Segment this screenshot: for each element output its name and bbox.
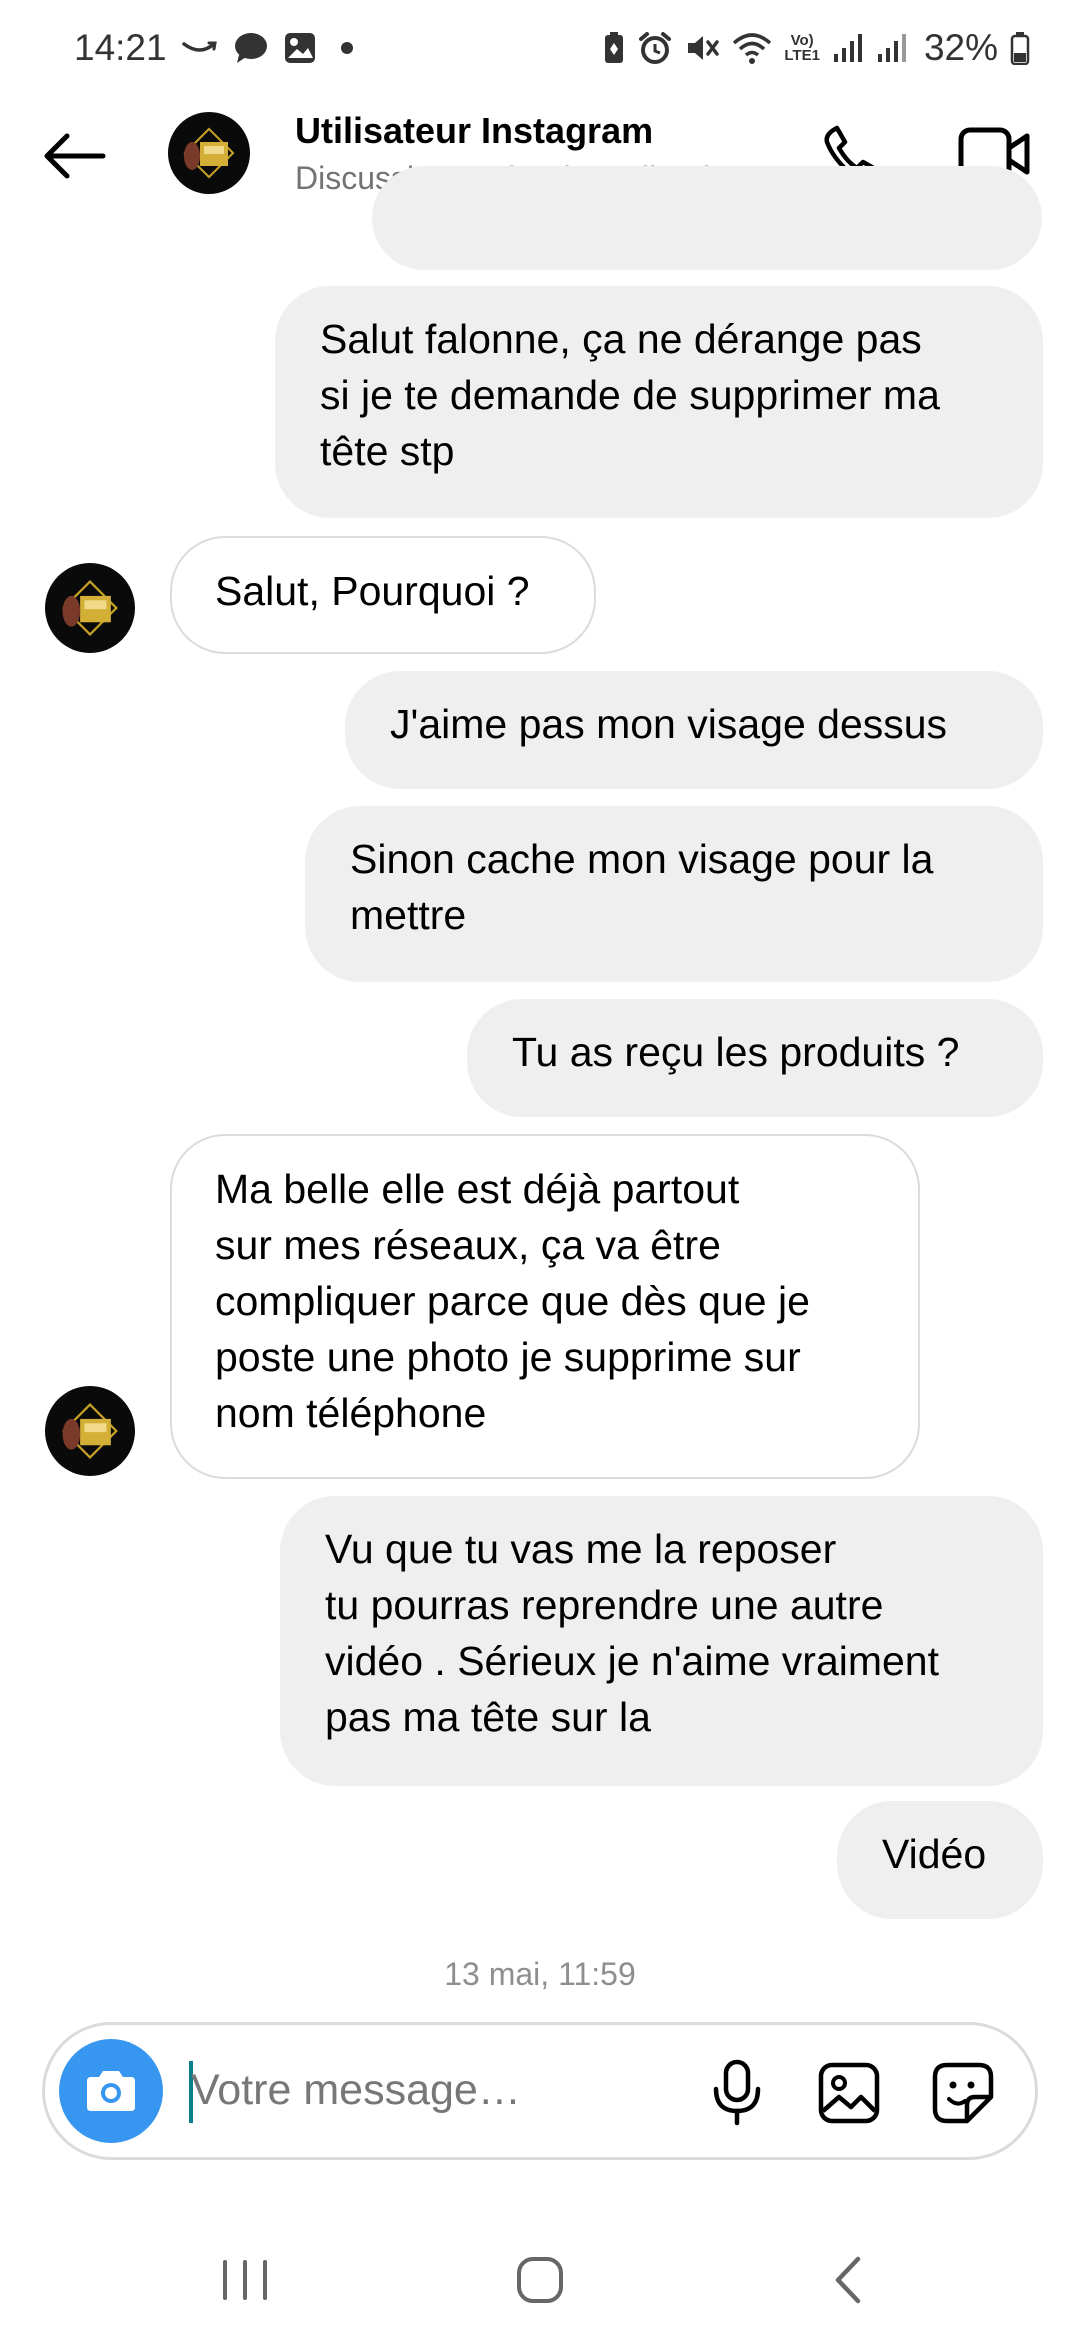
volte-label: Vo) LTE1 (784, 33, 820, 63)
gallery-icon (818, 2062, 880, 2124)
amazon-smile-icon (181, 36, 219, 60)
status-right: Vo) LTE1 32% (602, 27, 1030, 69)
system-nav-bar (0, 2220, 1080, 2340)
mute-icon (684, 31, 720, 65)
contact-name: Utilisateur Instagram (295, 110, 654, 151)
sticker-button[interactable] (925, 2055, 1001, 2131)
message-bubble-incoming[interactable]: Salut, Pourquoi ? (170, 536, 596, 654)
recents-button[interactable] (205, 2250, 285, 2310)
recents-icon (223, 2260, 267, 2300)
voice-message-button[interactable] (699, 2055, 775, 2131)
volte-bottom-label: LTE1 (784, 47, 820, 64)
sender-avatar[interactable] (45, 563, 135, 653)
message-bubble-outgoing[interactable]: Vidéo (837, 1801, 1043, 1919)
home-icon (517, 2257, 563, 2303)
home-button[interactable] (500, 2250, 580, 2310)
status-time: 14:21 (74, 27, 167, 68)
battery-icon (1010, 31, 1030, 65)
message-bubble-incoming[interactable]: Ma belle elle est déjà partout sur mes r… (170, 1134, 920, 1479)
system-back-icon (835, 2256, 861, 2304)
camera-icon (87, 2071, 135, 2111)
sender-avatar[interactable] (45, 1386, 135, 1476)
image-icon (283, 31, 317, 65)
message-thread[interactable]: Salut falonne, ça ne dérange pas si je t… (0, 166, 1080, 2016)
message-composer (42, 2022, 1038, 2160)
battery-saver-icon (602, 31, 626, 65)
status-bar: 14:21 Vo) LTE1 32% (0, 0, 1080, 96)
chat-bubble-icon (233, 31, 269, 65)
microphone-icon (713, 2059, 761, 2126)
message-bubble-outgoing[interactable]: Sinon cache mon visage pour la mettre (305, 806, 1043, 982)
volte-top-label: Vo) (790, 32, 814, 49)
dm-screen: 14:21 Vo) LTE1 32% Utilisateur Instagram… (0, 0, 1080, 2340)
alarm-icon (638, 31, 672, 65)
message-bubble-outgoing[interactable]: Tu as reçu les produits ? (467, 999, 1043, 1117)
message-timestamp: 13 mai, 11:59 (444, 1956, 636, 1992)
message-bubble-outgoing[interactable]: Salut falonne, ça ne dérange pas si je t… (275, 286, 1043, 518)
sticker-icon (932, 2062, 994, 2124)
signal-icon (876, 32, 908, 64)
system-back-button[interactable] (808, 2250, 888, 2310)
message-input[interactable] (191, 2055, 591, 2125)
wifi-icon (732, 31, 772, 65)
message-bubble-outgoing[interactable]: J'aime pas mon visage dessus (345, 671, 1043, 789)
gallery-button[interactable] (811, 2055, 887, 2131)
back-button[interactable] (40, 121, 110, 191)
battery-percentage: 32% (923, 27, 998, 68)
notification-dot-icon (340, 42, 353, 54)
message-bubble-outgoing[interactable]: Vu que tu vas me la reposer tu pourras r… (280, 1496, 1043, 1786)
contact-avatar[interactable] (168, 112, 250, 194)
back-arrow-icon (44, 133, 106, 179)
message-bubble-partial (372, 166, 1042, 270)
status-left: 14:21 (74, 27, 353, 69)
camera-button[interactable] (59, 2039, 163, 2143)
signal-icon (832, 32, 864, 64)
